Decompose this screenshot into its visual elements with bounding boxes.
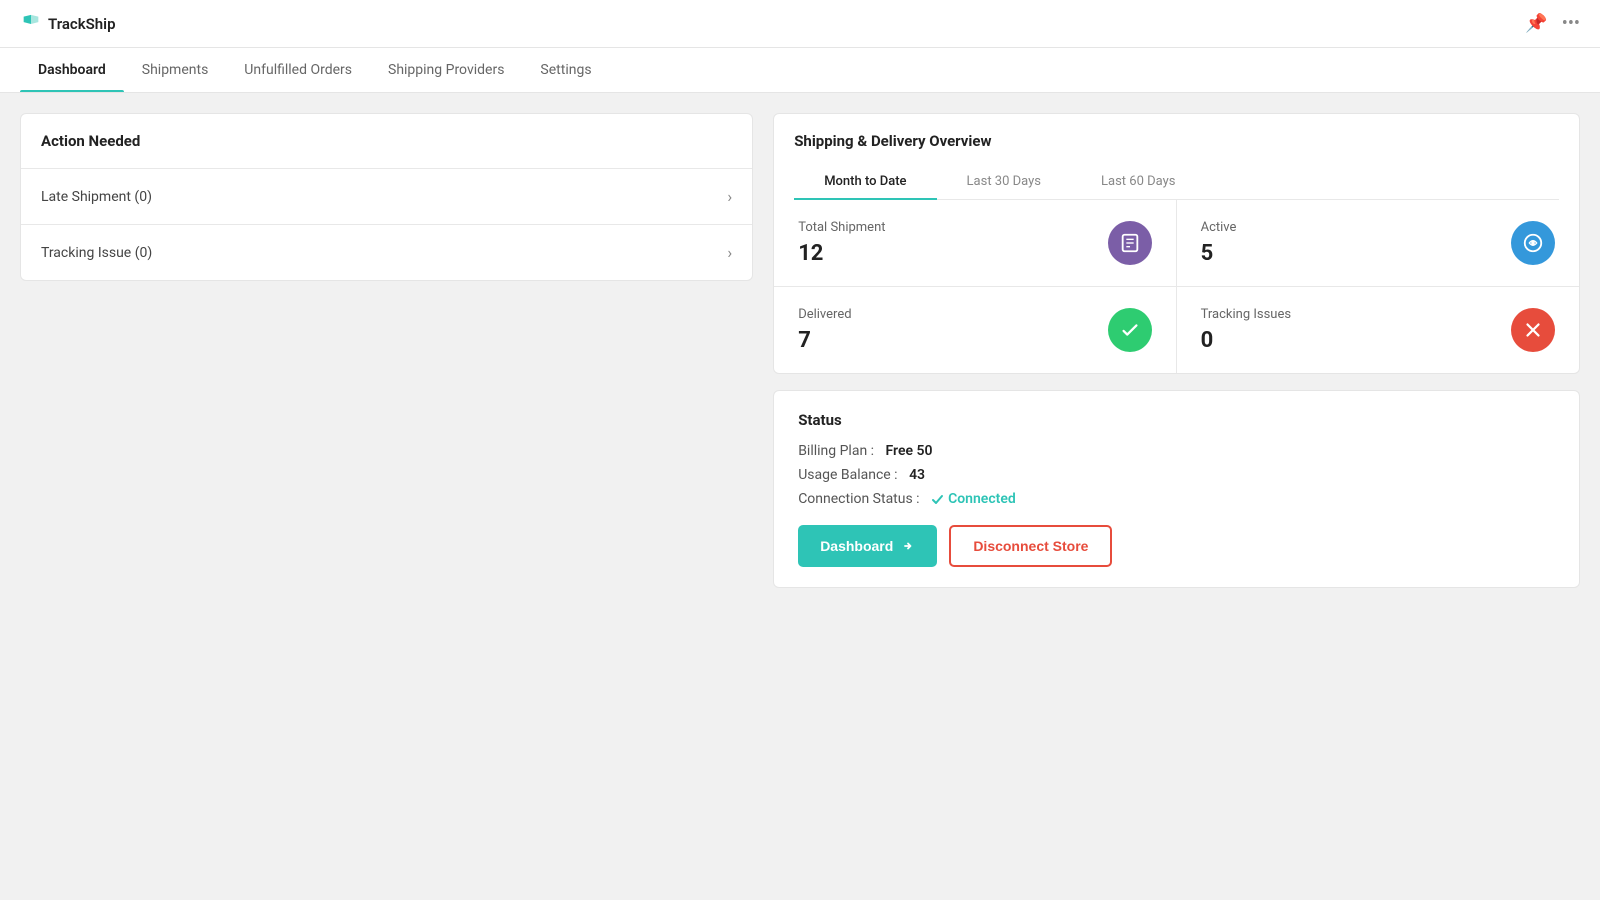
delivered-icon [1108, 308, 1152, 352]
tracking-issue-chevron: › [727, 243, 732, 262]
billing-plan-value: Free 50 [886, 443, 933, 459]
late-shipment-chevron: › [727, 187, 732, 206]
tracking-issues-value: 0 [1201, 328, 1292, 353]
topbar-actions: 📌 ••• [1525, 13, 1580, 34]
delivered-value: 7 [798, 328, 851, 353]
tracking-issues-icon [1511, 308, 1555, 352]
active-label: Active [1201, 220, 1237, 235]
billing-plan-row: Billing Plan : Free 50 [798, 443, 1555, 459]
right-panel: Shipping & Delivery Overview Month to Da… [773, 113, 1580, 588]
overview-card: Shipping & Delivery Overview Month to Da… [773, 113, 1580, 374]
usage-balance-row: Usage Balance : 43 [798, 467, 1555, 483]
stat-tracking-issues: Tracking Issues 0 [1177, 287, 1579, 373]
active-value: 5 [1201, 241, 1237, 266]
dashboard-arrow-icon [901, 539, 915, 553]
main-content: Action Needed Late Shipment (0) › Tracki… [0, 93, 1600, 608]
total-shipment-value: 12 [798, 241, 885, 266]
dashboard-button[interactable]: Dashboard [798, 525, 937, 567]
billing-plan-label: Billing Plan : [798, 443, 874, 459]
status-actions: Dashboard Disconnect Store [798, 525, 1555, 567]
connection-status-label: Connection Status : [798, 491, 919, 507]
tab-month-to-date[interactable]: Month to Date [794, 164, 936, 199]
tab-last-60-days[interactable]: Last 60 Days [1071, 164, 1205, 199]
usage-balance-label: Usage Balance : [798, 467, 897, 483]
more-icon[interactable]: ••• [1562, 13, 1580, 34]
late-shipment-row[interactable]: Late Shipment (0) › [21, 168, 752, 224]
active-icon [1511, 221, 1555, 265]
action-needed-title: Action Needed [21, 114, 752, 168]
late-shipment-label: Late Shipment (0) [41, 189, 152, 205]
tab-last-30-days[interactable]: Last 30 Days [937, 164, 1071, 199]
check-icon [931, 493, 944, 506]
overview-header: Shipping & Delivery Overview Month to Da… [774, 114, 1579, 200]
overview-title: Shipping & Delivery Overview [794, 132, 1559, 150]
status-card: Status Billing Plan : Free 50 Usage Bala… [773, 390, 1580, 588]
nav-dashboard[interactable]: Dashboard [20, 48, 124, 92]
delivered-label: Delivered [798, 307, 851, 322]
pin-icon[interactable]: 📌 [1525, 13, 1547, 34]
status-title: Status [798, 411, 1555, 429]
usage-balance-value: 43 [909, 467, 925, 483]
stat-delivered: Delivered 7 [774, 287, 1176, 373]
action-needed-panel: Action Needed Late Shipment (0) › Tracki… [20, 113, 753, 281]
total-shipment-label: Total Shipment [798, 220, 885, 235]
tracking-issue-row[interactable]: Tracking Issue (0) › [21, 224, 752, 280]
stats-grid: Total Shipment 12 Active 5 [774, 200, 1579, 373]
nav-unfulfilled-orders[interactable]: Unfulfilled Orders [226, 48, 370, 92]
total-shipment-icon [1108, 221, 1152, 265]
stat-active: Active 5 [1177, 200, 1579, 287]
disconnect-store-button[interactable]: Disconnect Store [949, 525, 1112, 567]
topbar: TrackShip 📌 ••• [0, 0, 1600, 48]
main-nav: Dashboard Shipments Unfulfilled Orders S… [0, 48, 1600, 93]
nav-shipping-providers[interactable]: Shipping Providers [370, 48, 522, 92]
app-name: TrackShip [48, 15, 116, 33]
stat-total-shipment: Total Shipment 12 [774, 200, 1176, 287]
logo: TrackShip [20, 13, 116, 35]
nav-settings[interactable]: Settings [522, 48, 609, 92]
tracking-issue-label: Tracking Issue (0) [41, 245, 152, 261]
logo-icon [20, 13, 42, 35]
connection-status-value: Connected [931, 491, 1016, 507]
nav-shipments[interactable]: Shipments [124, 48, 227, 92]
tracking-issues-label: Tracking Issues [1201, 307, 1292, 322]
connection-status-row: Connection Status : Connected [798, 491, 1555, 507]
overview-tabs: Month to Date Last 30 Days Last 60 Days [794, 164, 1559, 200]
